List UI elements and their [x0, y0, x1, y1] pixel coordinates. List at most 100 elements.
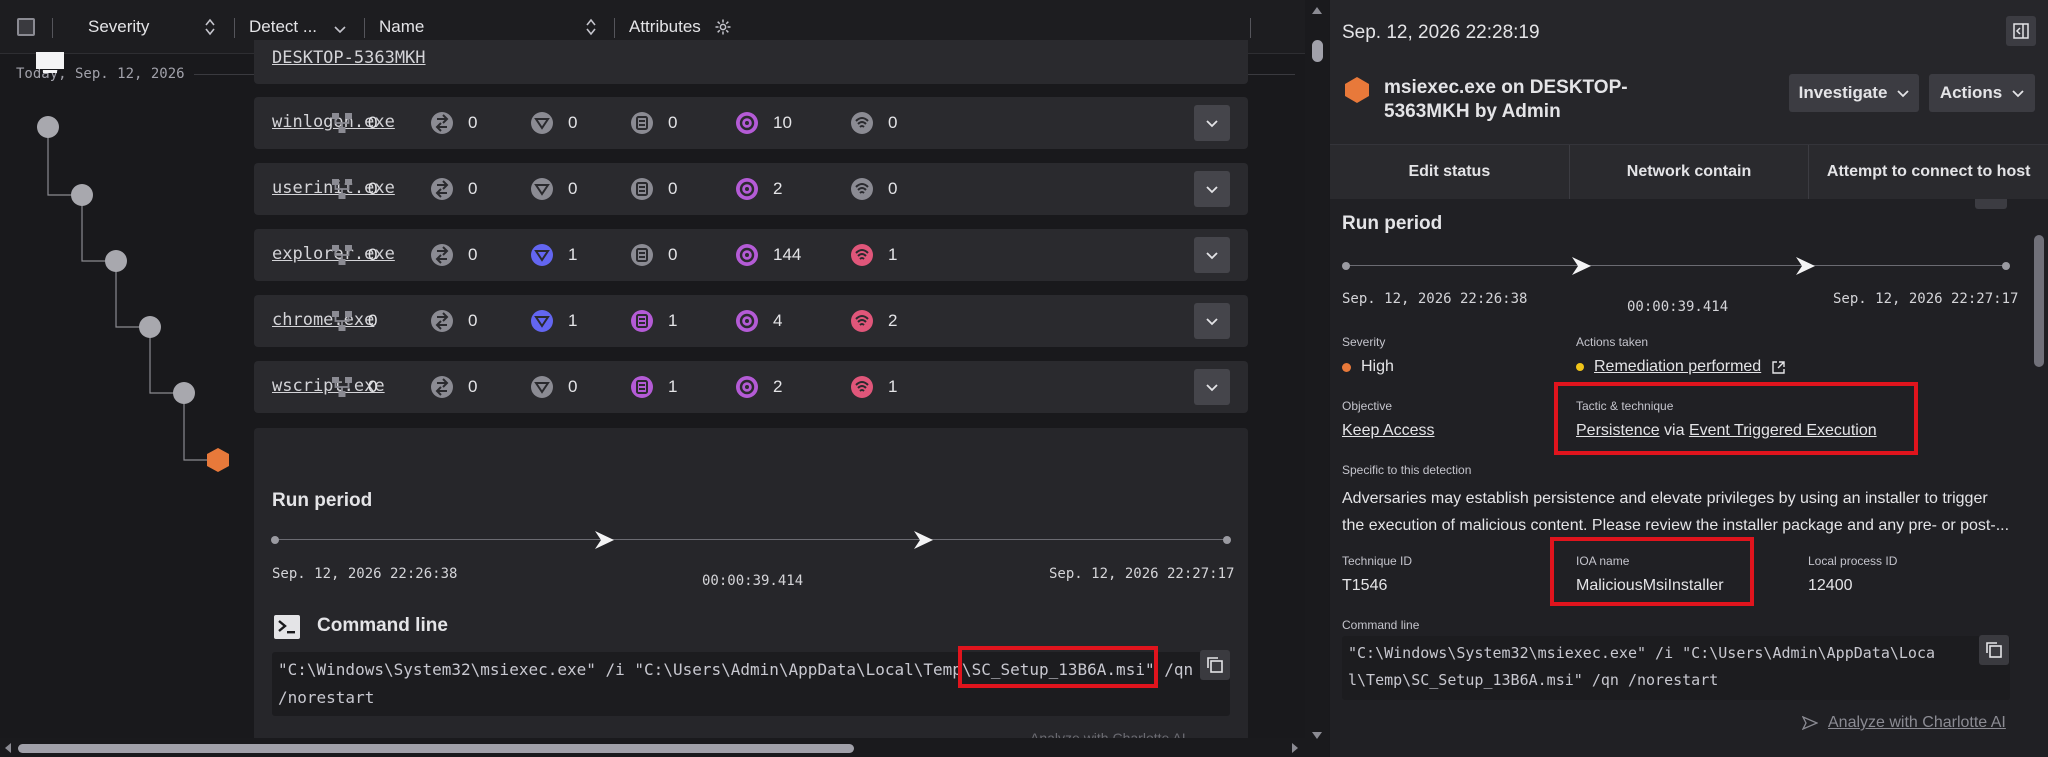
attribute-count: 0: [530, 110, 577, 136]
signal-icon: [851, 376, 873, 398]
severity-dot: [1342, 362, 1351, 372]
vertical-scrollbar[interactable]: [1305, 0, 1329, 757]
detail-header: Sep. 12, 2026 22:28:19 msiexec.exe on DE…: [1330, 0, 2048, 145]
connect-to-host-button[interactable]: Attempt to connect to host: [1809, 145, 2048, 199]
dns-request-icon: [531, 376, 553, 398]
detail-command-line[interactable]: "C:\Windows\System32\msiexec.exe" /i "C:…: [1342, 636, 2010, 700]
registry-icon: [736, 178, 758, 200]
process-tree-graph: [37, 116, 229, 472]
network-contain-button[interactable]: Network contain: [1570, 145, 1810, 199]
process-tree-pane: Severity Detect ... Name Attributes Toda…: [0, 0, 1305, 757]
process-tree-icon: [332, 245, 352, 265]
detail-run-period-timeline: [1342, 256, 2010, 276]
registry-icon: [736, 310, 758, 332]
detection-severity-icon: [1345, 77, 1369, 103]
panel-toggle-icon: [2013, 23, 2029, 39]
detection-detail-panel: Sep. 12, 2026 22:28:19 msiexec.exe on DE…: [1330, 0, 2048, 757]
process-row[interactable]: explorer.exe 0 0 1 0 144 1: [254, 229, 1248, 281]
detail-scrollbar[interactable]: [2030, 205, 2048, 757]
dns-request-icon: [531, 244, 553, 266]
attribute-count: 0: [630, 176, 677, 202]
dns-request-icon: [531, 310, 553, 332]
tree-node[interactable]: [71, 184, 93, 206]
process-row[interactable]: userinit.exe 0 0 0 0 2 0: [254, 163, 1248, 215]
attribute-count: 2: [735, 176, 782, 202]
detail-start-time: Sep. 12, 2026 22:26:38: [1342, 291, 1528, 307]
detection-timestamp: Sep. 12, 2026 22:28:19: [1342, 22, 1540, 43]
attribute-count: 0: [530, 176, 577, 202]
tree-node[interactable]: [139, 316, 161, 338]
copy-button[interactable]: [1200, 650, 1230, 680]
copy-button[interactable]: [1979, 635, 2009, 665]
process-row[interactable]: winlogon.exe 0 0 0 0 10 0: [254, 97, 1248, 149]
gear-icon[interactable]: [714, 18, 732, 36]
attribute-count: 2: [735, 374, 782, 400]
expand-row-button[interactable]: [1194, 105, 1230, 141]
sort-icon[interactable]: [585, 18, 597, 36]
attribute-count: 0: [850, 110, 897, 136]
expand-row-button[interactable]: [1194, 237, 1230, 273]
dns-request-icon: [531, 178, 553, 200]
expand-row-button[interactable]: [1194, 171, 1230, 207]
network-connection-icon: [431, 244, 453, 266]
attribute-count: 10: [735, 110, 792, 136]
attribute-count: 0: [630, 110, 677, 136]
technique-id: T1546: [1342, 577, 1388, 594]
send-icon: [1802, 716, 1818, 730]
network-connection-icon: [431, 178, 453, 200]
objective-link[interactable]: Keep Access: [1342, 422, 1435, 440]
attribute-count: 144: [735, 242, 801, 268]
external-link-icon[interactable]: [1771, 360, 1786, 375]
signal-icon: [851, 310, 873, 332]
actions-button[interactable]: Actions: [1929, 74, 2035, 112]
tree-node[interactable]: [105, 250, 127, 272]
remediation-link[interactable]: Remediation performed: [1594, 358, 1761, 376]
collapse-panel-button[interactable]: [2006, 16, 2036, 46]
attribute-count: 0: [330, 308, 377, 334]
host-link[interactable]: DESKTOP-5363MKH: [272, 48, 426, 68]
network-connection-icon: [431, 376, 453, 398]
attribute-count: 2: [850, 308, 897, 334]
process-tree-icon: [332, 377, 352, 397]
command-line-title: Command line: [317, 615, 448, 636]
attribute-count: 0: [630, 242, 677, 268]
copy-icon: [1986, 642, 2002, 658]
signal-icon: [851, 244, 873, 266]
process-row[interactable]: wscript.exe 0 0 0 1 2 1: [254, 361, 1248, 413]
detection-node-icon[interactable]: [207, 448, 229, 472]
detection-description: Adversaries may establish persistence an…: [1342, 490, 2010, 534]
tree-node[interactable]: [37, 116, 59, 138]
attribute-count: 0: [850, 176, 897, 202]
file-write-icon: [631, 376, 653, 398]
copy-icon: [1207, 657, 1223, 673]
edit-status-button[interactable]: Edit status: [1330, 145, 1570, 199]
file-write-icon: [631, 112, 653, 134]
chevron-down-icon: [1206, 120, 1218, 128]
expand-row-button[interactable]: [1194, 369, 1230, 405]
detail-end-time: Sep. 12, 2026 22:27:17: [1833, 291, 2019, 307]
run-period-timeline: [271, 530, 1231, 550]
highlight-box: [1550, 537, 1754, 606]
horizontal-scrollbar[interactable]: [0, 738, 1305, 757]
analyze-with-ai-link[interactable]: Analyze with Charlotte AI: [1802, 714, 2006, 732]
registry-icon: [736, 376, 758, 398]
chevron-down-icon: [2012, 90, 2024, 98]
detection-title: msiexec.exe on DESKTOP-5363MKH by Admin: [1384, 77, 1628, 122]
chevron-down-icon[interactable]: [334, 20, 346, 38]
attribute-count: 4: [735, 308, 782, 334]
chevron-down-icon: [1206, 252, 1218, 260]
host-row: DESKTOP-5363MKH: [254, 40, 1248, 84]
attribute-count: 0: [430, 242, 477, 268]
attribute-count: 1: [850, 374, 897, 400]
attribute-count: 0: [530, 374, 577, 400]
network-connection-icon: [431, 310, 453, 332]
signal-icon: [851, 178, 873, 200]
expand-row-button[interactable]: [1194, 303, 1230, 339]
run-start-time: Sep. 12, 2026 22:26:38: [272, 566, 458, 582]
process-row[interactable]: chrome.exe 0 0 1 1 4 2: [254, 295, 1248, 347]
severity-value: High: [1342, 358, 1394, 376]
tree-node[interactable]: [173, 382, 195, 404]
investigate-button[interactable]: Investigate: [1789, 74, 1919, 112]
scroll-top-button[interactable]: [1975, 199, 2007, 209]
attribute-count: 1: [850, 242, 897, 268]
